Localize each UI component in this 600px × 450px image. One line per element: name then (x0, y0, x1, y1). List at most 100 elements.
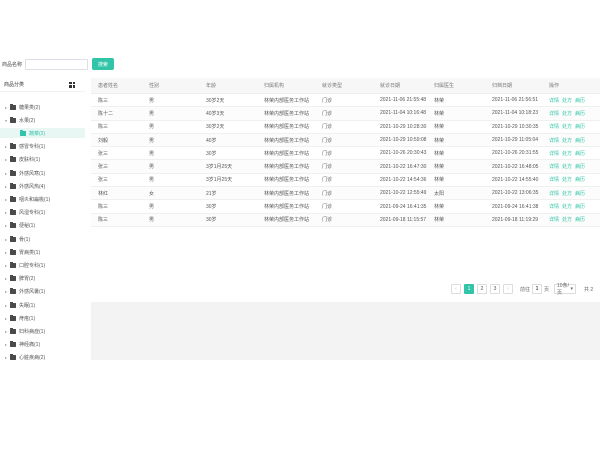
tree-item-label: 失眠(1) (19, 302, 36, 309)
table-cell: 2021-11-06 21:55:48 (380, 97, 427, 104)
page-size-select[interactable]: 10条/页 ▾ (554, 283, 577, 296)
caret-right-icon[interactable]: ▸ (0, 197, 10, 202)
action-link[interactable]: 病历 (575, 216, 585, 223)
table-cell: 太阳 (434, 190, 445, 197)
tree-item[interactable]: ▸ 外感风寒(1) (0, 168, 85, 178)
action-link[interactable]: 处方 (562, 137, 572, 144)
tree-item[interactable]: ▸ 口腔专科(1) (0, 260, 85, 270)
caret-down-icon[interactable]: ▾ (0, 118, 10, 123)
tree-item[interactable]: ▸ 糖果类(2) (0, 102, 85, 112)
action-link[interactable]: 病历 (575, 137, 585, 144)
tree-item[interactable]: ▾ 水果(2) (0, 115, 85, 125)
action-link[interactable]: 处方 (562, 216, 572, 223)
action-link[interactable]: 处方 (562, 150, 572, 157)
folder-icon (10, 288, 16, 295)
table-cell: 2021-10-22 12:55:49 (380, 190, 427, 197)
search-input[interactable] (25, 58, 88, 70)
search-button[interactable]: 搜索 (92, 58, 114, 70)
caret-right-icon[interactable]: ▸ (0, 355, 10, 360)
caret-right-icon[interactable]: ▸ (0, 342, 10, 347)
tree-item[interactable]: 蔬菜(2) (0, 128, 85, 139)
action-link[interactable]: 处方 (562, 190, 572, 197)
caret-right-icon[interactable]: ▸ (0, 263, 10, 268)
folder-icon (10, 209, 16, 216)
action-link[interactable]: 详情 (549, 190, 559, 197)
tree-item-label: 神经痛(1) (19, 342, 41, 349)
action-link[interactable]: 详情 (549, 163, 559, 170)
grid-icon[interactable] (69, 81, 75, 88)
action-link[interactable]: 处方 (562, 163, 572, 170)
action-link[interactable]: 处方 (562, 97, 572, 104)
row-actions: 详情 处方 病历 (549, 123, 599, 130)
table-body: 陈三男 30岁2天 林荣内部医务工作站 门诊 2021-11-06 21:55:48 林荣… (91, 94, 600, 227)
next-page-button[interactable]: › (503, 284, 513, 294)
action-link[interactable]: 详情 (549, 137, 559, 144)
table-cell: 男 (149, 177, 155, 184)
caret-right-icon[interactable]: ▸ (0, 157, 10, 162)
action-link[interactable]: 病历 (575, 123, 585, 130)
caret-right-icon[interactable]: ▸ (0, 303, 10, 308)
action-link[interactable]: 详情 (549, 97, 559, 104)
action-link[interactable]: 处方 (562, 110, 572, 117)
goto-page-input[interactable] (532, 284, 543, 294)
tree-item-label: 口腔专科(1) (19, 262, 46, 269)
table-cell: 30岁 (206, 204, 217, 211)
action-link[interactable]: 病历 (575, 150, 585, 157)
caret-right-icon[interactable]: ▸ (0, 184, 10, 189)
tree-item[interactable]: ▸ 便秘(1) (0, 221, 85, 231)
sidebar-header: 商品分类 (0, 78, 85, 92)
page-button-3[interactable]: 3 (490, 284, 500, 294)
action-link[interactable]: 处方 (562, 176, 572, 183)
table-cell: 男 (149, 150, 155, 157)
caret-right-icon[interactable]: ▸ (0, 171, 10, 176)
action-link[interactable]: 病历 (575, 203, 585, 210)
caret-right-icon[interactable]: ▸ (0, 237, 10, 242)
tree-item[interactable]: ▸ 妇科病症(1) (0, 326, 85, 336)
caret-right-icon[interactable]: ▸ (0, 250, 10, 255)
tree-item[interactable]: ▸ 脾胃(2) (0, 274, 85, 284)
caret-right-icon[interactable]: ▸ (0, 105, 10, 110)
action-link[interactable]: 病历 (575, 110, 585, 117)
action-link[interactable]: 处方 (562, 203, 572, 210)
tree-item[interactable]: ▸ 外感风热(4) (0, 181, 85, 191)
column-header: 患者姓名 (98, 83, 119, 89)
page-button-1[interactable]: 1 (464, 284, 474, 294)
chevron-down-icon: ▾ (570, 286, 574, 292)
tree-item[interactable]: ▸ 胃病类(1) (0, 247, 85, 257)
caret-right-icon[interactable]: ▸ (0, 144, 10, 149)
tree-item[interactable]: ▸ 咽炎和扁桃(1) (0, 194, 85, 204)
tree-item[interactable]: ▸ 痔疮(1) (0, 313, 85, 323)
action-link[interactable]: 病历 (575, 163, 585, 170)
table-cell: 男 (149, 164, 155, 171)
tree-item[interactable]: ▸ 心脏疾病(2) (0, 353, 85, 363)
tree-item[interactable]: ▸ 外感风暑(1) (0, 287, 85, 297)
action-link[interactable]: 病历 (575, 97, 585, 104)
tree-item[interactable]: ▸ 风湿专科(1) (0, 208, 85, 218)
tree-item[interactable]: ▸ 骨(1) (0, 234, 85, 244)
caret-right-icon[interactable]: ▸ (0, 276, 10, 281)
caret-right-icon[interactable]: ▸ (0, 210, 10, 215)
action-link[interactable]: 详情 (549, 203, 559, 210)
tree-item[interactable]: ▸ 失眠(1) (0, 300, 85, 310)
table-cell: 林荣 (434, 177, 445, 184)
action-link[interactable]: 详情 (549, 150, 559, 157)
action-link[interactable]: 详情 (549, 176, 559, 183)
tree-item[interactable]: ▸ 神经痛(1) (0, 340, 85, 350)
action-link[interactable]: 病历 (575, 190, 585, 197)
caret-right-icon[interactable]: ▸ (0, 316, 10, 321)
tree-item[interactable]: ▸ 皮肤科(1) (0, 155, 85, 165)
action-link[interactable]: 详情 (549, 123, 559, 130)
table-cell: 林荣内部医务工作站 (264, 150, 310, 157)
caret-right-icon[interactable]: ▸ (0, 329, 10, 334)
action-link[interactable]: 详情 (549, 216, 559, 223)
caret-right-icon[interactable]: ▸ (0, 289, 10, 294)
action-link[interactable]: 处方 (562, 123, 572, 130)
prev-page-button[interactable]: ‹ (451, 284, 461, 294)
action-link[interactable]: 详情 (549, 110, 559, 117)
caret-right-icon[interactable]: ▸ (0, 223, 10, 228)
tree-item-label: 外感风热(4) (19, 183, 46, 190)
page-button-2[interactable]: 2 (477, 284, 487, 294)
action-link[interactable]: 病历 (575, 176, 585, 183)
tree-item-label: 胃病类(1) (19, 249, 41, 256)
tree-item[interactable]: ▸ 感冒专科(1) (0, 142, 85, 152)
